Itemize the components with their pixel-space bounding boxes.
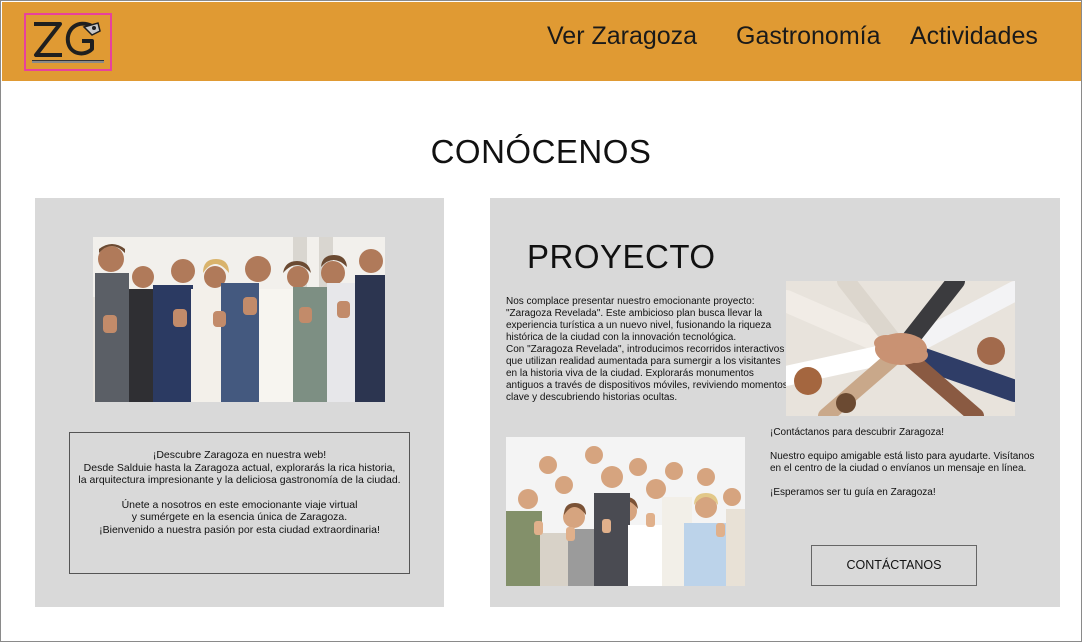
zg-logo[interactable]	[24, 13, 112, 71]
page-frame: Ver Zaragoza Gastronomía Actividades CON…	[0, 0, 1082, 642]
project-paragraph-1: Nos complace presentar nuestro emocionan…	[506, 296, 772, 343]
team-thumbs-up-photo	[93, 237, 385, 402]
info-line: y sumérgete en la esencia única de Zarag…	[131, 511, 348, 523]
info-line: ¡Bienvenido a nuestra pasión por esta ci…	[99, 523, 380, 536]
contact-closing: ¡Esperamos ser tu guía en Zaragoza!	[770, 487, 936, 498]
hands-together-photo	[786, 281, 1015, 416]
top-header: Ver Zaragoza Gastronomía Actividades	[2, 2, 1081, 81]
contact-info: ¡Contáctanos para descubrir Zaragoza! Nu…	[770, 427, 1040, 499]
intro-info-box: ¡Descubre Zaragoza en nuestra web! Desde…	[69, 432, 410, 574]
project-paragraph-2: Con "Zaragoza Revelada", introducimos re…	[506, 344, 788, 403]
page-title: CONÓCENOS	[430, 133, 652, 170]
info-line: Desde Salduie hasta la Zaragoza actual, …	[83, 461, 396, 474]
contact-button[interactable]: CONTÁCTANOS	[811, 545, 977, 586]
contact-description: Nuestro equipo amigable está listo para …	[770, 451, 1035, 474]
info-line: la arquitectura impresionante y la delic…	[78, 474, 401, 486]
nav-gastronomia[interactable]: Gastronomía	[736, 22, 881, 51]
info-line: ¡Descubre Zaragoza en nuestra web!	[152, 449, 327, 461]
nav-actividades[interactable]: Actividades	[910, 22, 1038, 51]
about-panel: ¡Descubre Zaragoza en nuestra web! Desde…	[35, 198, 444, 607]
info-line: Únete a nosotros en este emocionante via…	[121, 498, 358, 511]
contact-headline: ¡Contáctanos para descubrir Zaragoza!	[770, 427, 944, 438]
group-thumbs-up-photo	[506, 437, 745, 586]
project-description: Nos complace presentar nuestro emocionan…	[506, 296, 788, 404]
nav-ver-zaragoza[interactable]: Ver Zaragoza	[547, 22, 697, 51]
project-panel: PROYECTO Nos complace presentar nuestro …	[490, 198, 1060, 607]
zg-logo-icon	[32, 21, 104, 63]
project-title: PROYECTO	[527, 238, 716, 275]
